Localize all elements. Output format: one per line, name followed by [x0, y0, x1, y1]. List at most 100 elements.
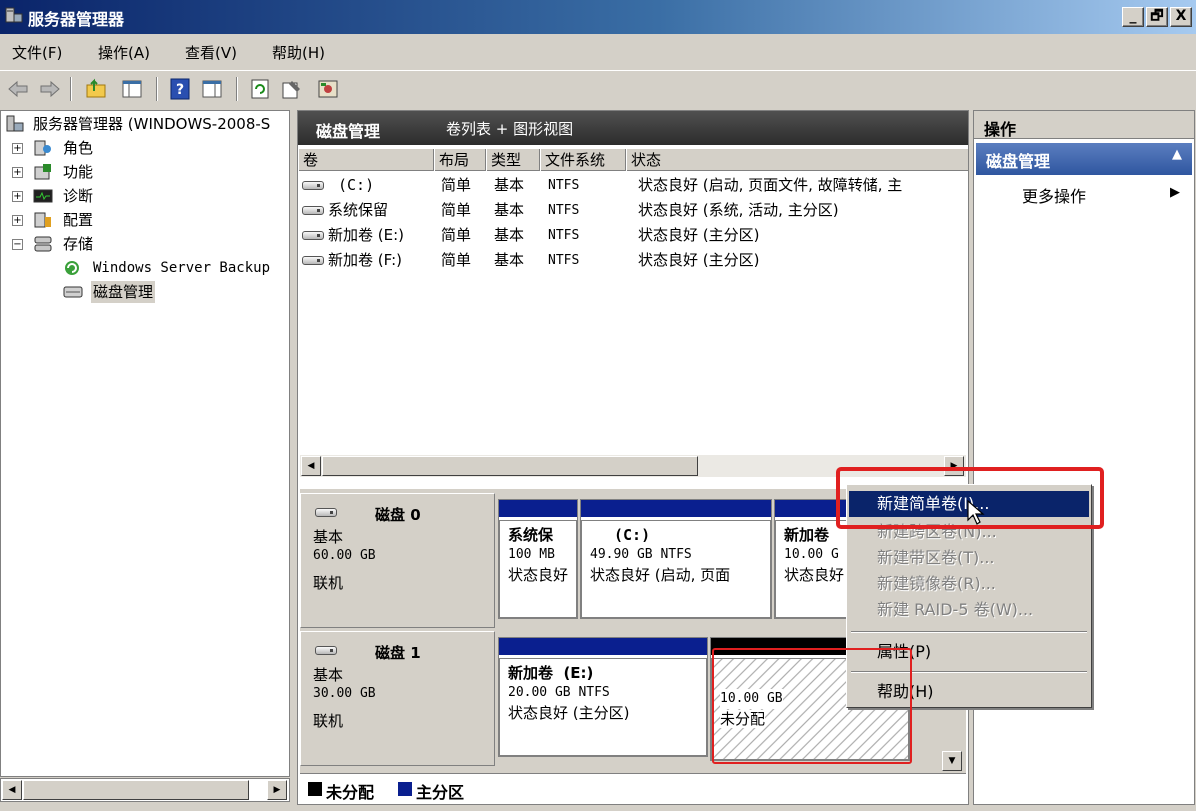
disk-icon — [315, 646, 337, 655]
volume-type: 基本 — [494, 226, 525, 244]
server-manager-icon — [6, 115, 24, 132]
expand-configuration-button[interactable]: + — [12, 215, 23, 226]
settings-icon[interactable] — [316, 77, 340, 101]
back-arrow-icon[interactable] — [6, 77, 30, 101]
legend-swatch-unallocated — [308, 782, 322, 796]
menu-new-striped-volume[interactable]: 新建带区卷(T)... — [849, 545, 1089, 571]
partition-status: 状态良好 (主分区) — [508, 704, 630, 722]
menu-new-mirrored-volume[interactable]: 新建镜像卷(R)... — [849, 571, 1089, 597]
show-hide-action-pane-icon[interactable] — [200, 77, 224, 101]
forward-arrow-icon[interactable] — [38, 77, 62, 101]
volume-name: 新加卷 (F:) — [328, 251, 402, 269]
volume-status: 状态良好 (启动, 页面文件, 故障转储, 主 — [638, 176, 903, 194]
properties-icon[interactable] — [280, 77, 304, 101]
refresh-icon[interactable] — [248, 77, 272, 101]
storage-icon — [34, 236, 52, 252]
restore-button[interactable]: 🗗 — [1146, 7, 1168, 27]
volume-icon — [302, 206, 324, 215]
scroll-left-button[interactable]: ◀ — [301, 456, 321, 476]
disk-size: 60.00 GB — [313, 548, 376, 563]
column-filesystem[interactable]: 文件系统 — [540, 149, 626, 171]
tree-item-label: 功能 — [63, 163, 94, 181]
disk-name: 磁盘 0 — [375, 506, 421, 524]
minimize-button[interactable]: _ — [1122, 7, 1144, 27]
disk-1-card[interactable]: 磁盘 1 基本 30.00 GB 联机 — [300, 631, 495, 766]
disk-state: 联机 — [313, 574, 344, 592]
volume-type: 基本 — [494, 251, 525, 269]
volume-fs: NTFS — [548, 253, 580, 268]
partition-status: 状态良好 — [784, 566, 845, 584]
partition-c[interactable]: (C:) 49.90 GB NTFS 状态良好 (启动, 页面 — [580, 499, 772, 619]
collapse-storage-button[interactable]: − — [12, 239, 23, 250]
partition-size: 100 MB — [508, 547, 555, 562]
tree-horizontal-scrollbar[interactable]: ◀ ▶ — [0, 778, 290, 802]
scroll-down-button[interactable]: ▼ — [942, 751, 962, 771]
legend-label-primary: 主分区 — [416, 783, 465, 802]
actions-section-label: 磁盘管理 — [986, 152, 1051, 171]
tree-item-label: 诊断 — [63, 187, 94, 205]
volume-type: 基本 — [494, 176, 525, 194]
partition-e[interactable]: 新加卷 (E:) 20.00 GB NTFS 状态良好 (主分区) — [498, 637, 708, 757]
menu-new-raid5-volume[interactable]: 新建 RAID-5 卷(W)... — [849, 597, 1089, 623]
highlight-new-simple-volume — [836, 467, 1104, 529]
volume-name: 系统保留 — [328, 201, 389, 219]
partition-name: 新加卷 (E:) — [508, 664, 594, 682]
scroll-left-button[interactable]: ◀ — [2, 780, 22, 800]
primary-partition-bar — [581, 500, 771, 517]
scroll-right-button[interactable]: ▶ — [267, 780, 287, 800]
volume-layout: 简单 — [441, 226, 472, 244]
disk-management-icon — [63, 286, 83, 298]
pane-header: 磁盘管理 卷列表 + 图形视图 — [298, 111, 968, 145]
submenu-arrow-icon: ▶ — [1170, 185, 1180, 200]
disk-type: 基本 — [313, 528, 344, 546]
menu-file[interactable]: 文件(F) — [12, 42, 62, 63]
column-layout[interactable]: 布局 — [434, 149, 486, 171]
expand-roles-button[interactable]: + — [12, 143, 23, 154]
partition-status: 状态良好 (启动, 页面 — [590, 566, 731, 584]
scroll-thumb[interactable] — [23, 780, 249, 800]
disk-icon — [315, 508, 337, 517]
partition-name: (C:) — [614, 526, 651, 544]
menu-action[interactable]: 操作(A) — [98, 42, 150, 63]
volume-name: (C:) — [338, 176, 375, 194]
actions-section-disk-management[interactable]: 磁盘管理 ▲ — [976, 143, 1192, 175]
configuration-icon — [34, 212, 51, 228]
up-folder-icon[interactable] — [84, 77, 108, 101]
tree-item-label: Windows Server Backup — [93, 260, 271, 276]
more-actions-item[interactable]: 更多操作 — [1022, 183, 1086, 207]
diagnostics-icon — [33, 189, 53, 203]
column-type[interactable]: 类型 — [486, 149, 540, 171]
disk-0-card[interactable]: 磁盘 0 基本 60.00 GB 联机 — [300, 493, 495, 628]
column-volume[interactable]: 卷 — [298, 149, 434, 171]
collapse-arrow-icon[interactable]: ▲ — [1172, 147, 1182, 162]
help-icon[interactable]: ? — [168, 77, 192, 101]
tree-item-label: 存储 — [63, 235, 94, 253]
volume-status: 状态良好 (主分区) — [638, 226, 760, 244]
show-hide-tree-icon[interactable] — [120, 77, 144, 101]
tree-root-label: 服务器管理器 (WINDOWS-2008-S — [33, 115, 271, 133]
partition-status: 状态良好 — [508, 566, 569, 584]
toolbar-separator — [70, 77, 72, 101]
expand-features-button[interactable]: + — [12, 167, 23, 178]
volume-row[interactable]: (C:) 简单 基本 NTFS 状态良好 (启动, 页面文件, 故障转储, 主 — [298, 173, 968, 198]
volume-row[interactable]: 新加卷 (E:) 简单 基本 NTFS 状态良好 (主分区) — [298, 223, 968, 248]
menu-help[interactable]: 帮助(H) — [272, 42, 325, 63]
pane-title: 磁盘管理 — [316, 122, 381, 141]
disk-size: 30.00 GB — [313, 686, 376, 701]
partition-system-reserved[interactable]: 系统保 100 MB 状态良好 — [498, 499, 578, 619]
menu-view[interactable]: 查看(V) — [185, 42, 237, 63]
partition-name: 系统保 — [508, 526, 554, 544]
console-tree: 服务器管理器 (WINDOWS-2008-S + 角色 + 功能 + 诊断 + … — [0, 110, 290, 777]
column-status[interactable]: 状态 — [626, 149, 968, 171]
actions-header: 操作 — [974, 111, 1194, 139]
volume-row[interactable]: 系统保留 简单 基本 NTFS 状态良好 (系统, 活动, 主分区) — [298, 198, 968, 223]
expand-diagnostics-button[interactable]: + — [12, 191, 23, 202]
volume-row[interactable]: 新加卷 (F:) 简单 基本 NTFS 状态良好 (主分区) — [298, 248, 968, 273]
scroll-thumb[interactable] — [322, 456, 698, 476]
title-bar: 服务器管理器 _ 🗗 X — [0, 0, 1196, 34]
menu-separator — [851, 631, 1087, 633]
volume-status: 状态良好 (主分区) — [638, 251, 760, 269]
volume-layout: 简单 — [441, 251, 472, 269]
close-button[interactable]: X — [1170, 7, 1192, 27]
status-bar — [0, 805, 1196, 811]
